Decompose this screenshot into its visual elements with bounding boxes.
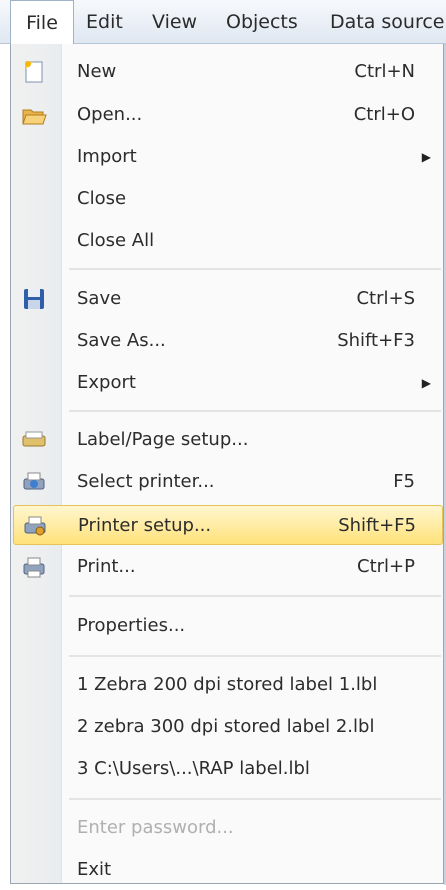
menu-item-label: Open... bbox=[77, 104, 143, 125]
menu-item-shortcut: Shift+F5 bbox=[338, 515, 416, 536]
menu-separator bbox=[69, 410, 441, 412]
file-dropdown-menu: New Ctrl+N Open... Ctrl+O Import ▶ Close… bbox=[10, 44, 444, 884]
menu-item-label: 3 C:\Users\...\RAP label.lbl bbox=[77, 758, 310, 779]
menu-item-shortcut: Ctrl+P bbox=[357, 556, 415, 577]
menu-bar: File Edit View Objects Data source bbox=[0, 0, 446, 45]
menu-item-enter-password: Enter password... bbox=[11, 808, 443, 848]
menu-item-label: Close All bbox=[77, 230, 155, 251]
menu-item-exit[interactable]: Exit bbox=[11, 850, 443, 890]
recent-file-item[interactable]: 2 zebra 300 dpi stored label 2.lbl bbox=[11, 707, 443, 747]
recent-file-item[interactable]: 1 Zebra 200 dpi stored label 1.lbl bbox=[11, 665, 443, 705]
menu-item-label: Save bbox=[77, 288, 122, 309]
menu-item-shortcut: F5 bbox=[393, 471, 415, 492]
menu-item-export[interactable]: Export ▶ bbox=[11, 363, 443, 403]
menu-item-save[interactable]: Save Ctrl+S bbox=[11, 279, 443, 319]
menu-item-label: Enter password... bbox=[77, 817, 234, 838]
menu-view[interactable]: View bbox=[152, 0, 197, 44]
menu-item-save-as[interactable]: Save As... Shift+F3 bbox=[11, 321, 443, 361]
menu-separator bbox=[69, 798, 441, 800]
menu-item-new[interactable]: New Ctrl+N bbox=[11, 52, 443, 92]
printer-setup-icon bbox=[22, 513, 48, 539]
menu-item-label: Exit bbox=[77, 859, 112, 880]
menu-separator bbox=[69, 655, 441, 657]
menu-item-label: Import bbox=[77, 146, 137, 167]
menu-separator bbox=[69, 268, 441, 270]
menu-item-open[interactable]: Open... Ctrl+O bbox=[11, 95, 443, 135]
menu-item-shortcut: Ctrl+N bbox=[354, 61, 415, 82]
menu-item-label: Export bbox=[77, 372, 136, 393]
menu-separator bbox=[69, 595, 441, 597]
new-file-icon bbox=[21, 59, 47, 85]
menu-data-source[interactable]: Data source bbox=[330, 0, 445, 44]
menu-item-print[interactable]: Print... Ctrl+P bbox=[11, 547, 443, 587]
menu-objects[interactable]: Objects bbox=[226, 0, 298, 44]
menu-item-label: 1 Zebra 200 dpi stored label 1.lbl bbox=[77, 674, 378, 695]
menu-item-label: Label/Page setup... bbox=[77, 429, 249, 450]
menu-edit[interactable]: Edit bbox=[86, 0, 123, 44]
menu-item-label: Select printer... bbox=[77, 471, 215, 492]
menu-item-close-all[interactable]: Close All bbox=[11, 221, 443, 261]
menu-item-label: Close bbox=[77, 188, 127, 209]
menu-item-select-printer[interactable]: Select printer... F5 bbox=[11, 462, 443, 502]
menu-item-label: Save As... bbox=[77, 330, 166, 351]
submenu-arrow-icon: ▶ bbox=[421, 150, 431, 164]
menu-item-label: New bbox=[77, 61, 117, 82]
menu-item-shortcut: Shift+F3 bbox=[337, 330, 415, 351]
menu-item-shortcut: Ctrl+O bbox=[353, 104, 415, 125]
menu-item-label: Properties... bbox=[77, 615, 186, 636]
menu-item-properties[interactable]: Properties... bbox=[11, 606, 443, 646]
select-printer-icon bbox=[21, 469, 47, 495]
printer-icon bbox=[21, 554, 47, 580]
menu-item-shortcut: Ctrl+S bbox=[356, 288, 415, 309]
menu-item-label-page-setup[interactable]: Label/Page setup... bbox=[11, 420, 443, 460]
submenu-arrow-icon: ▶ bbox=[421, 376, 431, 390]
menu-item-label: Print... bbox=[77, 556, 136, 577]
menu-item-printer-setup[interactable]: Printer setup... Shift+F5 bbox=[13, 505, 443, 545]
label-setup-icon bbox=[21, 427, 47, 453]
floppy-disk-icon bbox=[21, 286, 47, 312]
menu-item-label: 2 zebra 300 dpi stored label 2.lbl bbox=[77, 716, 375, 737]
menu-item-import[interactable]: Import ▶ bbox=[11, 137, 443, 177]
menu-file[interactable]: File bbox=[10, 0, 74, 45]
open-folder-icon bbox=[21, 102, 47, 128]
recent-file-item[interactable]: 3 C:\Users\...\RAP label.lbl bbox=[11, 749, 443, 789]
menu-item-close[interactable]: Close bbox=[11, 179, 443, 219]
menu-item-label: Printer setup... bbox=[78, 515, 212, 536]
